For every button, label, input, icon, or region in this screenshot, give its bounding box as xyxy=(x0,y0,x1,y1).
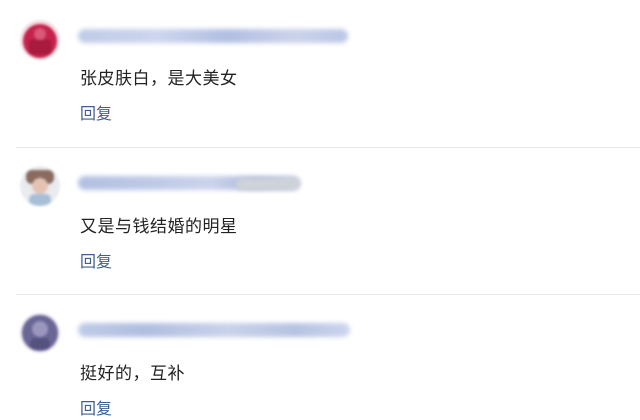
reply-button[interactable]: 回复 xyxy=(80,395,112,419)
comment-text: 张皮肤白，是大美女 xyxy=(80,69,238,89)
avatar-purple-icon xyxy=(20,313,60,353)
divider xyxy=(16,147,640,148)
avatar-person-icon xyxy=(20,166,60,206)
divider xyxy=(16,294,640,295)
comment-item: 张皮肤白，是大美女 回复 xyxy=(0,0,640,148)
comment-item: 挺好的，互补 回复 xyxy=(0,296,640,420)
avatar-red-icon xyxy=(20,20,60,60)
username-blurred[interactable] xyxy=(78,323,350,337)
comment-text: 挺好的，互补 xyxy=(80,364,185,384)
comment-meta-blurred xyxy=(236,178,300,190)
reply-button[interactable]: 回复 xyxy=(80,100,112,124)
avatar[interactable] xyxy=(20,313,60,353)
avatar[interactable] xyxy=(20,20,60,60)
reply-button[interactable]: 回复 xyxy=(80,248,112,272)
comment-text: 又是与钱结婚的明星 xyxy=(80,217,238,237)
comment-item: 又是与钱结婚的明星 回复 xyxy=(0,149,640,295)
username-blurred[interactable] xyxy=(78,29,348,43)
avatar[interactable] xyxy=(20,166,60,206)
